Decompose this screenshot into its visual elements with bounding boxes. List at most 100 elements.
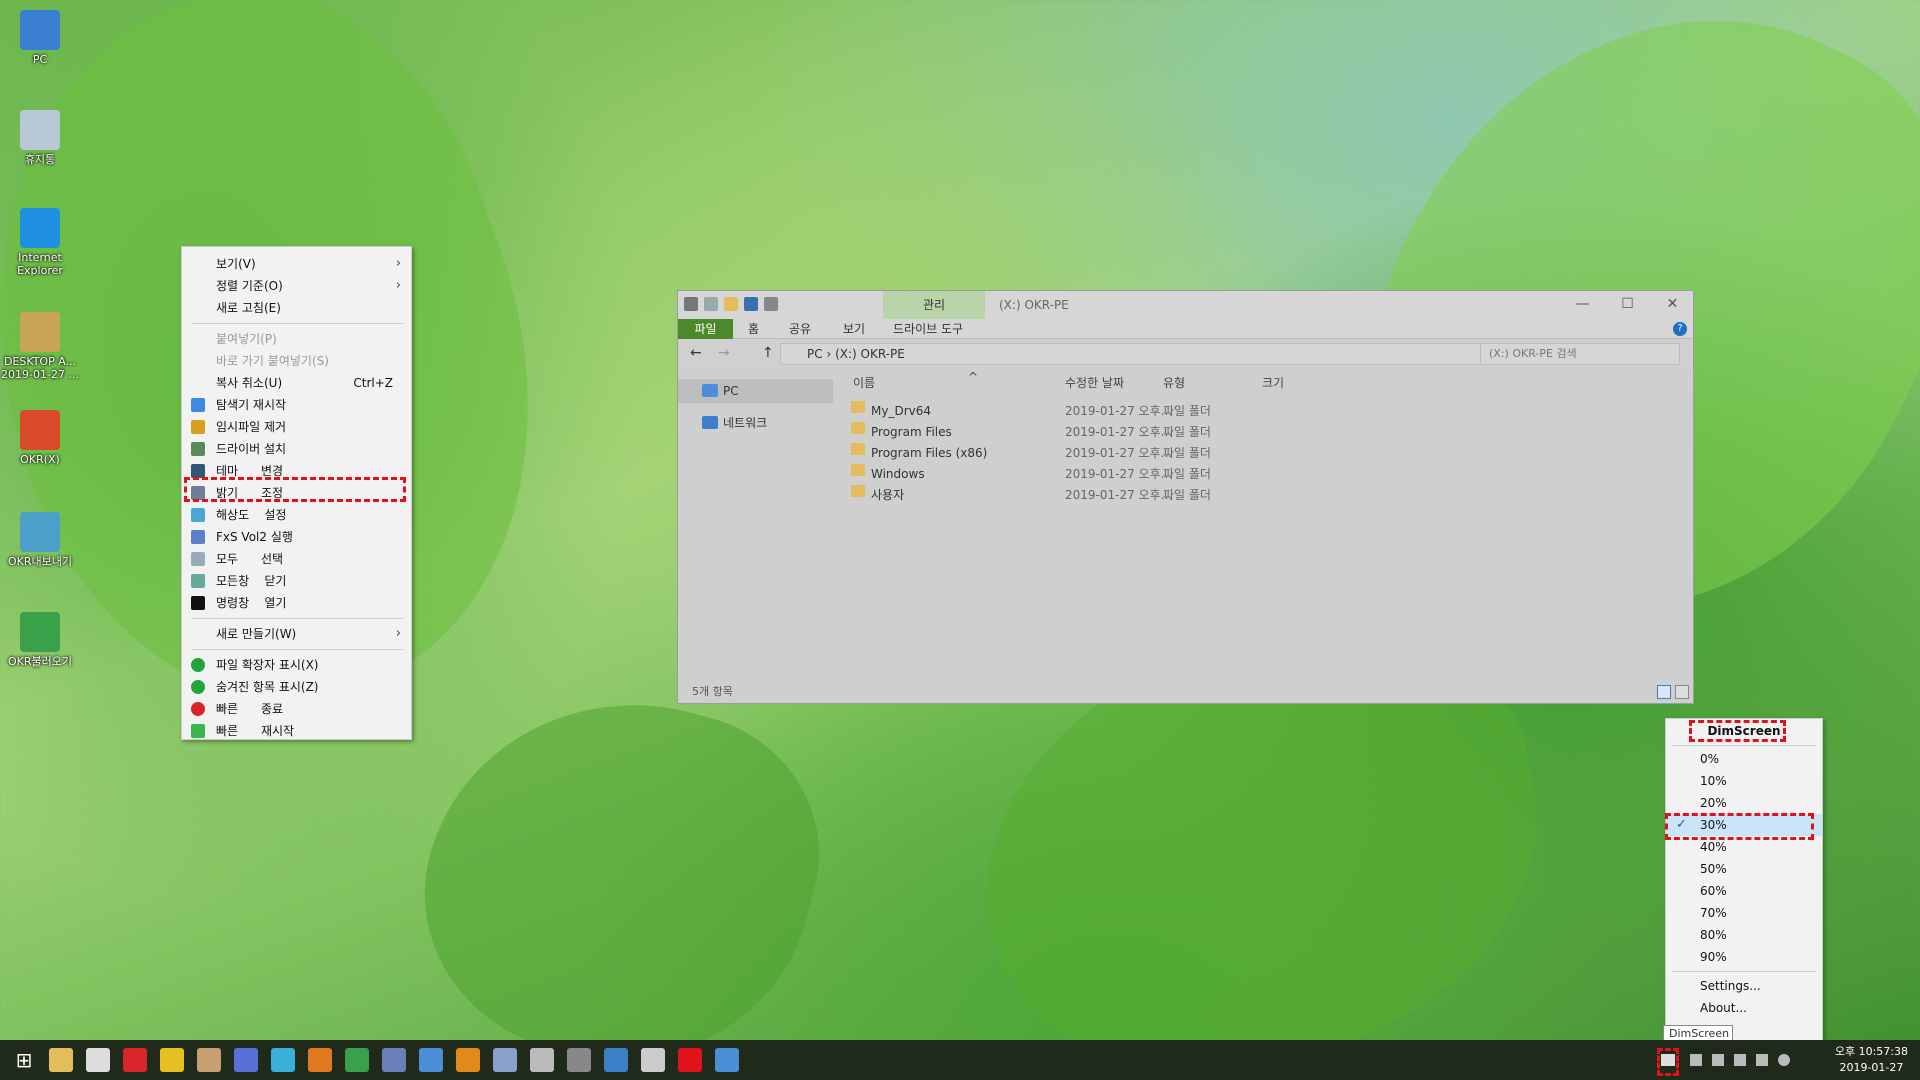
maximize-button[interactable]: ☐ [1605, 291, 1650, 319]
column-name[interactable]: 이름 [853, 371, 875, 395]
context-menu-item[interactable]: 명령창 열기 [182, 592, 411, 614]
desktop-icon[interactable]: OKR내보내기 [0, 512, 80, 568]
file-row[interactable]: 사용자 2019-01-27 오후... 파일 폴더 [843, 485, 1693, 506]
column-size[interactable]: 크기 [1262, 371, 1284, 395]
about-menu-item[interactable]: About... [1666, 997, 1822, 1019]
dim-level-item[interactable]: 60% [1666, 880, 1822, 902]
tab-view[interactable]: 보기 [843, 319, 865, 339]
tab-file[interactable]: 파일 [678, 319, 733, 339]
settings-menu-item[interactable]: Settings... [1666, 975, 1822, 997]
dim-level-item[interactable]: 80% [1666, 924, 1822, 946]
dim-level-item[interactable]: 50% [1666, 858, 1822, 880]
desktop-icon[interactable]: OKR불러오기 [0, 612, 80, 668]
toolbox-icon[interactable] [197, 1048, 221, 1072]
desktop-icon[interactable]: 휴지통 [0, 110, 80, 166]
context-menu-item[interactable]: 밝기 조정 [182, 482, 411, 504]
large-icons-view-icon[interactable] [1675, 685, 1689, 699]
anydesk-icon[interactable] [123, 1048, 147, 1072]
file-row[interactable]: Program Files (x86) 2019-01-27 오후... 파일 폴더 [843, 443, 1693, 464]
context-menu-item[interactable]: 복사 취소(U) Ctrl+Z [182, 372, 411, 394]
start-button[interactable]: ⊞ [12, 1048, 36, 1072]
context-menu-item[interactable]: 파일 확장자 표시(X) [182, 654, 411, 676]
details-view-icon[interactable] [1657, 685, 1671, 699]
help-icon[interactable]: ? [1673, 322, 1687, 336]
context-menu-item[interactable]: 모두 선택 [182, 548, 411, 570]
context-menu-item[interactable]: 빠른 재시작 [182, 720, 411, 742]
globe-icon[interactable] [345, 1048, 369, 1072]
file-row[interactable]: Program Files 2019-01-27 오후... 파일 폴더 [843, 422, 1693, 443]
redo-icon[interactable] [764, 297, 778, 311]
properties-icon[interactable] [704, 297, 718, 311]
notepad-icon[interactable] [419, 1048, 443, 1072]
remote-icon[interactable] [604, 1048, 628, 1072]
network-tray-icon[interactable] [1690, 1054, 1702, 1066]
search-input[interactable]: (X:) OKR-PE 검색 [1480, 343, 1680, 365]
desktop-icon[interactable]: PC [0, 10, 80, 66]
context-menu-item[interactable]: 해상도 설정 [182, 504, 411, 526]
context-menu-item[interactable]: 숨겨진 항목 표시(Z) [182, 676, 411, 698]
back-arrow-icon[interactable]: ← [690, 345, 702, 361]
dim-level-item[interactable]: 20% [1666, 792, 1822, 814]
nav-pc[interactable]: PC [678, 379, 833, 403]
utilities-icon[interactable] [530, 1048, 554, 1072]
undo-icon[interactable] [744, 297, 758, 311]
puzzle-icon[interactable] [308, 1048, 332, 1072]
close-tray-icon[interactable] [1778, 1054, 1790, 1066]
tab-home[interactable]: 홈 [748, 319, 759, 339]
player-icon[interactable] [160, 1048, 184, 1072]
context-menu-item[interactable]: 탐색기 재시작 [182, 394, 411, 416]
context-menu-item[interactable]: 임시파일 제거 [182, 416, 411, 438]
desktop-icon[interactable]: OKR(X) [0, 410, 80, 466]
minimize-button[interactable]: — [1560, 291, 1605, 319]
volume-tray-icon[interactable] [1756, 1054, 1768, 1066]
drive-icon[interactable] [684, 297, 698, 311]
dim-level-item[interactable]: 0% [1666, 748, 1822, 770]
column-date[interactable]: 수정한 날짜 [1065, 371, 1124, 395]
network-tool-icon[interactable] [382, 1048, 406, 1072]
context-menu-item[interactable]: FxS Vol2 실행 [182, 526, 411, 548]
browser-icon[interactable] [234, 1048, 258, 1072]
up-arrow-icon[interactable]: ↑ [762, 345, 774, 361]
breadcrumb-drive[interactable]: (X:) OKR-PE [835, 347, 905, 361]
close-x-icon[interactable] [678, 1048, 702, 1072]
nav-network[interactable]: 네트워크 [678, 411, 833, 435]
context-menu-item[interactable]: 보기(V) › [182, 253, 411, 275]
dim-level-item[interactable]: 90% [1666, 946, 1822, 968]
dim-level-item[interactable]: 10% [1666, 770, 1822, 792]
forward-arrow-icon[interactable]: → [718, 345, 730, 361]
context-menu-item[interactable]: 빠른 종료 [182, 698, 411, 720]
tab-drive-tools[interactable]: 드라이브 도구 [893, 319, 963, 339]
fxs-icon[interactable] [271, 1048, 295, 1072]
context-menu-item[interactable]: 새로 만들기(W) › [182, 623, 411, 645]
active-app-icon[interactable] [715, 1048, 739, 1072]
context-menu-item[interactable]: 새로 고침(E) [182, 297, 411, 319]
disk-tool-icon[interactable] [493, 1048, 517, 1072]
display-tray-icon[interactable] [1734, 1054, 1746, 1066]
file-row[interactable]: Windows 2019-01-27 오후... 파일 폴더 [843, 464, 1693, 485]
clock[interactable]: 오후 10:57:38 2019-01-27 [1835, 1044, 1908, 1076]
dim-level-item[interactable]: 40% [1666, 836, 1822, 858]
dim-level-item[interactable]: ✓ 30% [1666, 814, 1822, 836]
desktop-icon[interactable]: Internet Explorer [0, 208, 80, 277]
dimscreen-tray-icon[interactable] [1661, 1054, 1675, 1066]
new-folder-icon[interactable] [724, 297, 738, 311]
context-menu-item[interactable]: 테마 변경 [182, 460, 411, 482]
file-row[interactable]: My_Drv64 2019-01-27 오후... 파일 폴더 [843, 401, 1693, 422]
breadcrumb-pc[interactable]: PC [807, 347, 823, 361]
image-tool-icon[interactable] [567, 1048, 591, 1072]
file-explorer-icon[interactable] [49, 1048, 73, 1072]
terminal-icon[interactable] [641, 1048, 665, 1072]
address-bar[interactable]: PC › (X:) OKR-PE [780, 343, 1538, 365]
context-menu-item[interactable]: 드라이버 설치 [182, 438, 411, 460]
capture-icon[interactable] [86, 1048, 110, 1072]
context-menu-item[interactable]: 모든창 닫기 [182, 570, 411, 592]
battery-tray-icon[interactable] [1712, 1054, 1724, 1066]
desktop-icon[interactable]: DESKTOP A... 2019-01-27 ... [0, 312, 80, 381]
tab-share[interactable]: 공유 [789, 319, 811, 339]
registry-icon[interactable] [456, 1048, 480, 1072]
close-button[interactable]: ✕ [1650, 291, 1695, 319]
column-type[interactable]: 유형 [1163, 371, 1185, 395]
context-menu-item[interactable]: 정렬 기준(O) › [182, 275, 411, 297]
manage-context-tab[interactable]: 관리 [883, 291, 985, 319]
dim-level-item[interactable]: 70% [1666, 902, 1822, 924]
